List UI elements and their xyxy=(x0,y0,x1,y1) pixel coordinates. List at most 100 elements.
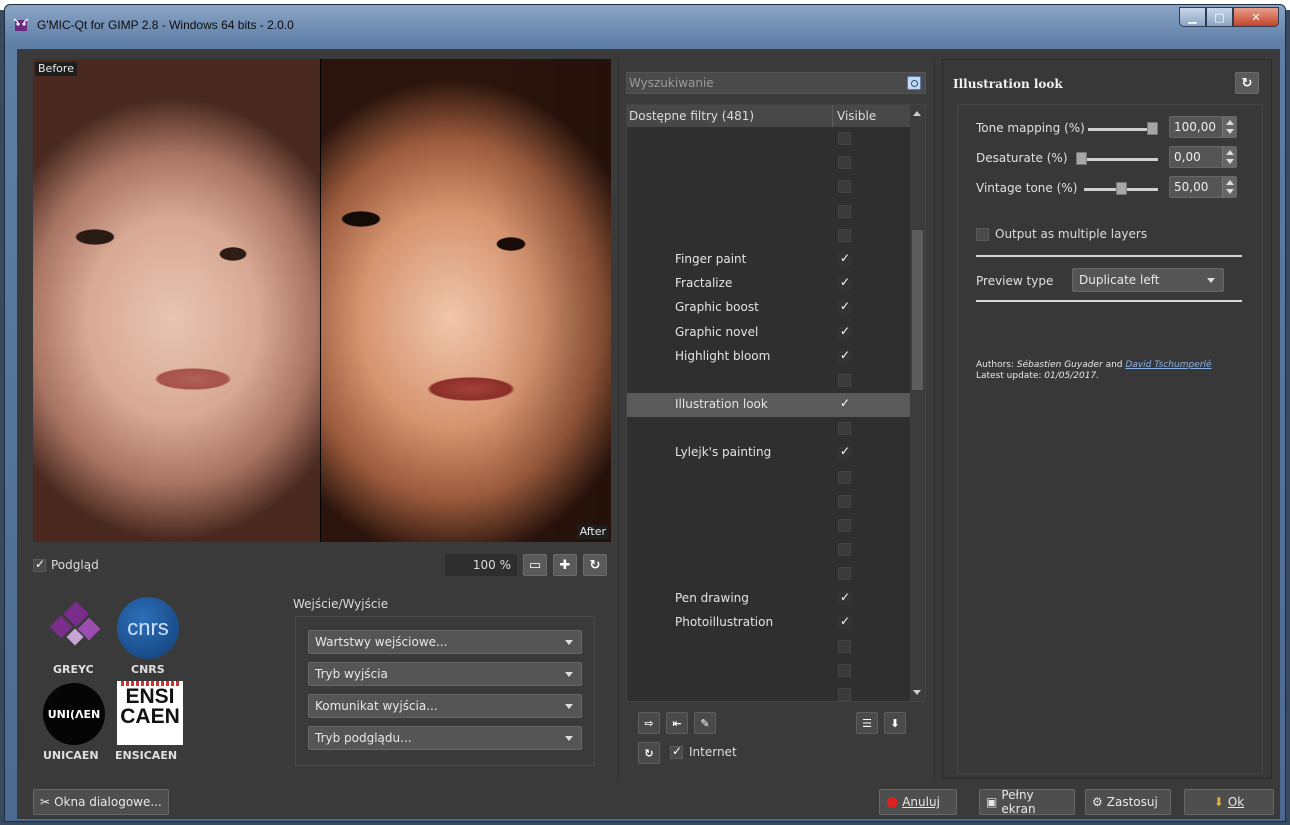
spin-arrows-icon[interactable] xyxy=(1222,177,1236,197)
filter-row[interactable]: Fractalize xyxy=(627,272,911,296)
filter-visible-checkbox[interactable] xyxy=(838,373,851,387)
filter-visible-checkbox[interactable] xyxy=(838,543,851,557)
preview-type-select[interactable]: Duplicate left xyxy=(1072,268,1224,292)
filter-row[interactable] xyxy=(627,659,911,683)
filter-row[interactable] xyxy=(627,490,911,514)
scroll-down-icon[interactable] xyxy=(913,690,921,695)
filter-visible-checkbox[interactable] xyxy=(838,275,851,291)
filter-scrollbar[interactable] xyxy=(910,105,925,701)
expand-button[interactable]: ⬇ xyxy=(884,712,906,734)
filter-visible-checkbox[interactable] xyxy=(838,494,851,508)
filter-visible-checkbox[interactable] xyxy=(838,422,851,436)
parameter-spinbox[interactable]: 100,00 xyxy=(1169,116,1237,138)
filter-visible-checkbox[interactable] xyxy=(838,470,851,484)
filter-row[interactable]: Highlight bloom xyxy=(627,345,911,369)
filter-visible-checkbox[interactable] xyxy=(838,324,851,339)
parameter-slider[interactable] xyxy=(1088,122,1158,135)
filter-visible-checkbox[interactable] xyxy=(838,519,851,532)
slider-handle[interactable] xyxy=(1115,182,1127,195)
filter-row[interactable] xyxy=(627,127,911,151)
maximize-button[interactable]: □ xyxy=(1206,7,1233,27)
reset-parameters-button[interactable]: ↻ xyxy=(1235,72,1259,94)
filter-row[interactable] xyxy=(627,369,911,393)
update-filters-button[interactable]: ↻ xyxy=(638,742,660,764)
filter-visible-checkbox[interactable] xyxy=(838,664,851,678)
parameter-slider[interactable] xyxy=(1076,152,1158,165)
zoom-in-button[interactable]: ✚ xyxy=(553,554,577,576)
dialogs-button[interactable]: ✂ Okna dialogowe... xyxy=(33,789,169,815)
filter-row[interactable] xyxy=(627,514,911,538)
preview-image-area[interactable]: Before After xyxy=(33,59,611,542)
filter-row[interactable]: Lylejk's painting xyxy=(627,441,911,465)
filter-row[interactable] xyxy=(627,635,911,659)
filter-visible-checkbox[interactable] xyxy=(838,156,851,170)
filter-row[interactable] xyxy=(627,562,911,586)
filter-row[interactable] xyxy=(627,417,911,441)
multiple-layers-toggle[interactable]: Output as multiple layers xyxy=(976,227,1147,241)
reset-zoom-button[interactable]: ↻ xyxy=(583,554,607,576)
toggle-visibility-button[interactable]: ☰ xyxy=(856,712,878,734)
apply-button[interactable]: ⚙ Zastosuj xyxy=(1085,789,1171,815)
visible-column-header[interactable]: Visible xyxy=(833,105,876,127)
slider-handle[interactable] xyxy=(1076,152,1087,165)
filter-row[interactable] xyxy=(627,224,911,248)
filter-row[interactable]: Graphic boost xyxy=(627,296,911,320)
author-link[interactable]: David Tschumperlé xyxy=(1125,360,1211,370)
preview-mode-select[interactable]: Tryb podglądu... xyxy=(308,726,582,750)
filter-row[interactable]: Illustration look xyxy=(627,393,911,418)
available-filters-header[interactable]: Dostępne filtry (481) xyxy=(627,105,833,127)
filter-visible-checkbox[interactable] xyxy=(838,299,851,315)
fullscreen-button[interactable]: ▣ Pełny ekran xyxy=(979,788,1075,816)
filter-visible-checkbox[interactable] xyxy=(838,132,851,145)
spin-arrows-icon[interactable] xyxy=(1222,117,1236,137)
splitter-right[interactable] xyxy=(934,59,935,779)
filter-visible-checkbox[interactable] xyxy=(838,228,851,242)
filter-visible-checkbox[interactable] xyxy=(838,590,851,605)
filter-row[interactable]: Pen drawing xyxy=(627,587,911,611)
splitter-left[interactable] xyxy=(618,59,619,779)
filter-row[interactable] xyxy=(627,466,911,490)
add-favorite-button[interactable]: ⇨ xyxy=(638,712,660,734)
zoom-out-button[interactable]: ▭ xyxy=(523,554,547,576)
parameter-spinbox[interactable]: 50,00 xyxy=(1169,176,1237,198)
remove-favorite-button[interactable]: ⇤ xyxy=(666,712,688,734)
filter-search-input[interactable]: Wyszukiwanie xyxy=(626,72,926,94)
slider-handle[interactable] xyxy=(1147,122,1158,135)
filter-visible-checkbox[interactable] xyxy=(838,614,851,629)
filter-visible-checkbox[interactable] xyxy=(838,180,851,194)
internet-checkbox[interactable] xyxy=(670,744,683,759)
filter-row[interactable] xyxy=(627,151,911,175)
filter-visible-checkbox[interactable] xyxy=(838,396,851,412)
preview-checkbox[interactable] xyxy=(33,557,46,572)
input-layers-select[interactable]: Wartstwy wejściowe... xyxy=(308,630,582,654)
filter-row[interactable] xyxy=(627,175,911,199)
output-messages-select[interactable]: Komunikat wyjścia... xyxy=(308,694,582,718)
search-icon[interactable] xyxy=(907,76,921,90)
scroll-thumb[interactable] xyxy=(912,230,923,390)
filter-row[interactable]: Finger paint xyxy=(627,248,911,272)
rename-favorite-button[interactable]: ✎ xyxy=(694,712,716,734)
ok-button[interactable]: ⬇ Ok xyxy=(1184,789,1274,815)
filter-visible-checkbox[interactable] xyxy=(838,688,851,701)
preview-toggle[interactable]: Podgląd xyxy=(33,557,99,572)
filter-visible-checkbox[interactable] xyxy=(838,348,851,363)
filter-row[interactable]: Graphic novel xyxy=(627,321,911,345)
spin-arrows-icon[interactable] xyxy=(1222,147,1236,167)
close-button[interactable]: ✕ xyxy=(1233,7,1279,27)
parameter-slider[interactable] xyxy=(1084,182,1158,195)
filter-visible-checkbox[interactable] xyxy=(838,444,851,460)
filter-tree[interactable]: Dostępne filtry (481) Visible Finger pai… xyxy=(626,104,926,702)
output-mode-select[interactable]: Tryb wyjścia xyxy=(308,662,582,686)
cancel-button[interactable]: ● Anuluj xyxy=(879,789,957,815)
title-bar[interactable]: G'MIC-Qt for GIMP 2.8 - Windows 64 bits … xyxy=(5,5,1285,41)
scroll-up-icon[interactable] xyxy=(913,111,921,116)
parameter-spinbox[interactable]: 0,00 xyxy=(1169,146,1237,168)
filter-visible-checkbox[interactable] xyxy=(838,567,851,581)
multiple-layers-checkbox[interactable] xyxy=(976,227,989,241)
filter-row[interactable] xyxy=(627,200,911,224)
internet-toggle[interactable]: Internet xyxy=(670,744,737,759)
filter-row[interactable] xyxy=(627,683,911,701)
filter-visible-checkbox[interactable] xyxy=(838,251,851,266)
filter-row[interactable]: Photoillustration xyxy=(627,611,911,635)
filter-row[interactable] xyxy=(627,538,911,562)
